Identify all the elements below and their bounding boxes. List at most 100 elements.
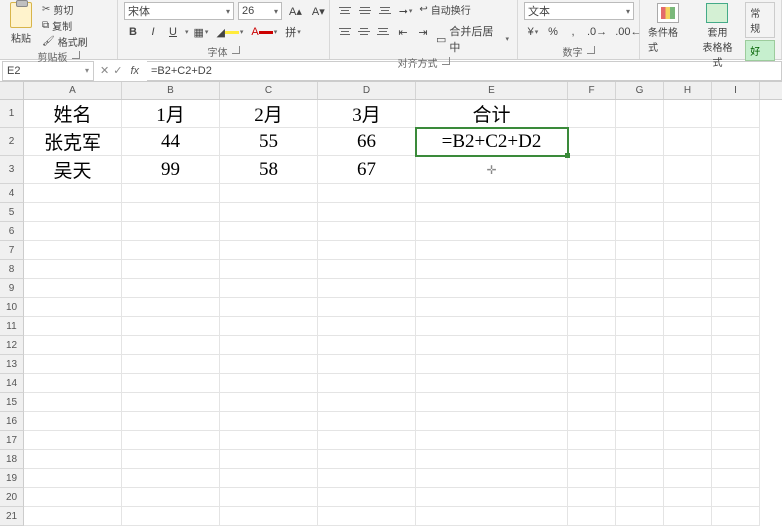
cell-I15[interactable]	[712, 393, 760, 412]
cell-F14[interactable]	[568, 374, 616, 393]
cell-D6[interactable]	[318, 222, 416, 241]
cell-I11[interactable]	[712, 317, 760, 336]
cell-C21[interactable]	[220, 507, 318, 526]
cell-C6[interactable]	[220, 222, 318, 241]
cell-E15[interactable]	[416, 393, 568, 412]
dialog-launcher-icon[interactable]	[442, 57, 450, 65]
cell-E6[interactable]	[416, 222, 568, 241]
col-header[interactable]: F	[568, 82, 616, 99]
cell-C14[interactable]	[220, 374, 318, 393]
cancel-formula-button[interactable]: ✕	[100, 64, 109, 77]
cell-E12[interactable]	[416, 336, 568, 355]
cell-E4[interactable]	[416, 184, 568, 203]
cell-D11[interactable]	[318, 317, 416, 336]
row-header[interactable]: 15	[0, 393, 24, 412]
italic-button[interactable]: I	[144, 23, 162, 41]
cell-E13[interactable]	[416, 355, 568, 374]
cell-C15[interactable]	[220, 393, 318, 412]
cell-G1[interactable]	[616, 100, 664, 128]
col-header[interactable]: A	[24, 82, 122, 99]
row-header[interactable]: 1	[0, 100, 24, 128]
cell-G3[interactable]	[616, 156, 664, 184]
cell-D9[interactable]	[318, 279, 416, 298]
cell-E14[interactable]	[416, 374, 568, 393]
cell-E8[interactable]	[416, 260, 568, 279]
cell-I3[interactable]	[712, 156, 760, 184]
cell-A9[interactable]	[24, 279, 122, 298]
cell-I14[interactable]	[712, 374, 760, 393]
cell-I12[interactable]	[712, 336, 760, 355]
cell-E3[interactable]: ✛	[416, 156, 568, 184]
fx-icon[interactable]: fx	[130, 65, 139, 77]
cell-F4[interactable]	[568, 184, 616, 203]
cell-C9[interactable]	[220, 279, 318, 298]
cell-D13[interactable]	[318, 355, 416, 374]
cell-D1[interactable]: 3月	[318, 100, 416, 128]
cell-H19[interactable]	[664, 469, 712, 488]
conditional-format-button[interactable]: 条件格式	[646, 2, 690, 55]
row-header[interactable]: 13	[0, 355, 24, 374]
cell-E21[interactable]	[416, 507, 568, 526]
cell-F3[interactable]	[568, 156, 616, 184]
cell-D15[interactable]	[318, 393, 416, 412]
col-header[interactable]: C	[220, 82, 318, 99]
cell-A3[interactable]: 吴天	[24, 156, 122, 184]
cell-F20[interactable]	[568, 488, 616, 507]
cell-C1[interactable]: 2月	[220, 100, 318, 128]
cell-I9[interactable]	[712, 279, 760, 298]
cell-C11[interactable]	[220, 317, 318, 336]
orientation-button[interactable]: ⭢▾	[396, 2, 415, 20]
cell-G16[interactable]	[616, 412, 664, 431]
cell-D20[interactable]	[318, 488, 416, 507]
row-header[interactable]: 8	[0, 260, 24, 279]
cell-B14[interactable]	[122, 374, 220, 393]
row-header[interactable]: 21	[0, 507, 24, 526]
cell-E16[interactable]	[416, 412, 568, 431]
style-good-chip[interactable]: 好	[745, 40, 775, 61]
border-button[interactable]: ▦▾	[191, 23, 212, 41]
cell-H4[interactable]	[664, 184, 712, 203]
row-header[interactable]: 3	[0, 156, 24, 184]
cell-I1[interactable]	[712, 100, 760, 128]
format-painter-button[interactable]: 🖌格式刷	[40, 34, 90, 49]
cell-A19[interactable]	[24, 469, 122, 488]
cell-A4[interactable]	[24, 184, 122, 203]
cell-G7[interactable]	[616, 241, 664, 260]
percent-button[interactable]: %	[544, 23, 562, 41]
col-header[interactable]: D	[318, 82, 416, 99]
cell-C8[interactable]	[220, 260, 318, 279]
cell-B6[interactable]	[122, 222, 220, 241]
font-size-select[interactable]: 26▾	[238, 2, 282, 20]
cell-G9[interactable]	[616, 279, 664, 298]
cell-H7[interactable]	[664, 241, 712, 260]
bold-button[interactable]: B	[124, 23, 142, 41]
cell-E20[interactable]	[416, 488, 568, 507]
wrap-text-button[interactable]: ↩自动换行	[417, 2, 472, 17]
cell-E10[interactable]	[416, 298, 568, 317]
cell-F8[interactable]	[568, 260, 616, 279]
cell-C3[interactable]: 58	[220, 156, 318, 184]
font-family-select[interactable]: 宋体▾	[124, 2, 234, 20]
cell-F17[interactable]	[568, 431, 616, 450]
format-as-table-button[interactable]: 套用 表格格式	[696, 2, 740, 70]
cell-I20[interactable]	[712, 488, 760, 507]
cell-H20[interactable]	[664, 488, 712, 507]
cell-I7[interactable]	[712, 241, 760, 260]
cell-C7[interactable]	[220, 241, 318, 260]
cell-B5[interactable]	[122, 203, 220, 222]
cell-D19[interactable]	[318, 469, 416, 488]
dialog-launcher-icon[interactable]	[232, 46, 240, 54]
cell-F18[interactable]	[568, 450, 616, 469]
col-header[interactable]: E	[416, 82, 568, 99]
merge-center-button[interactable]: ▭合并后居中▾	[434, 23, 511, 55]
grow-font-button[interactable]: A▴	[286, 2, 305, 20]
cell-I4[interactable]	[712, 184, 760, 203]
number-format-select[interactable]: 文本▾	[524, 2, 634, 20]
cell-B16[interactable]	[122, 412, 220, 431]
cell-I17[interactable]	[712, 431, 760, 450]
cell-D5[interactable]	[318, 203, 416, 222]
cell-F12[interactable]	[568, 336, 616, 355]
align-middle-button[interactable]	[356, 2, 374, 18]
cell-D8[interactable]	[318, 260, 416, 279]
cell-I19[interactable]	[712, 469, 760, 488]
